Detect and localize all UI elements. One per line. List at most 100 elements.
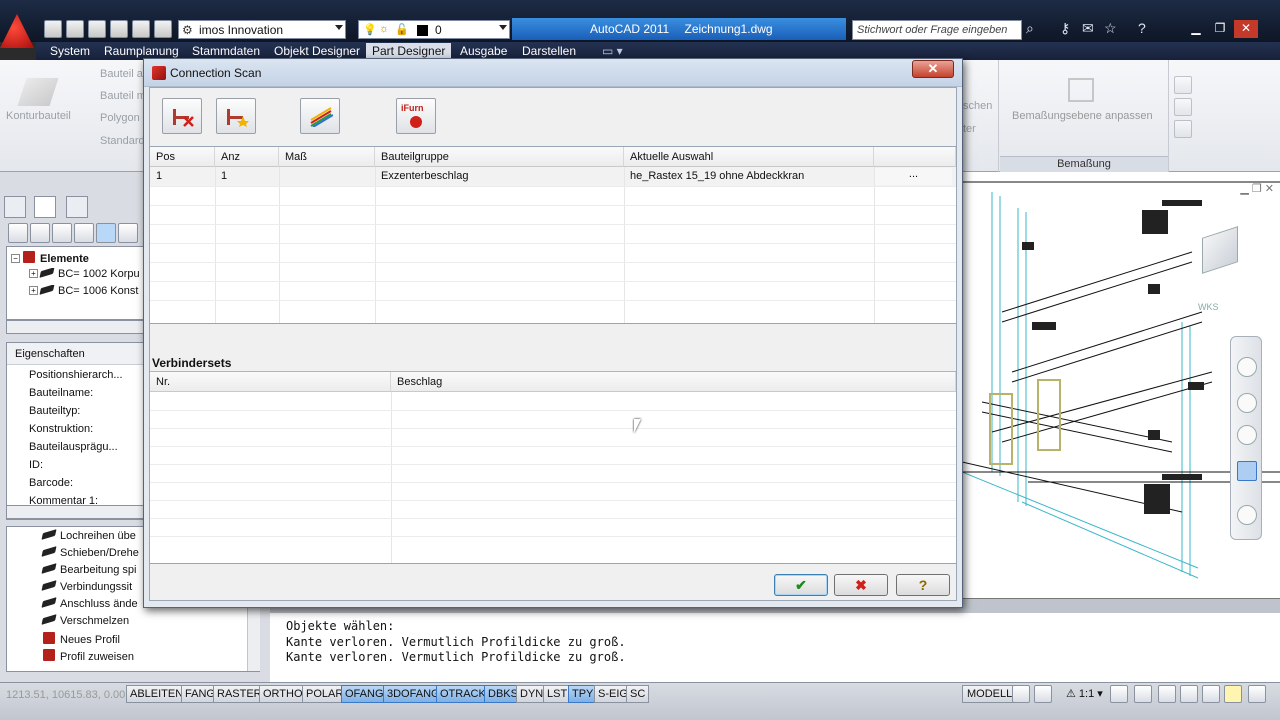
ribbon-polygon[interactable]: Polygon bbox=[100, 112, 140, 124]
dim-text-icon[interactable] bbox=[1174, 98, 1192, 116]
cell-anz[interactable]: 1 bbox=[215, 167, 279, 186]
steering-wheel-icon[interactable] bbox=[1237, 357, 1257, 377]
save-as-icon[interactable] bbox=[110, 20, 128, 38]
wcs-label[interactable]: WKS bbox=[1198, 302, 1219, 312]
list-item[interactable]: Profil zuweisen bbox=[43, 649, 134, 666]
expand-icon[interactable]: + bbox=[29, 269, 38, 278]
layers-icon[interactable] bbox=[74, 223, 94, 243]
close-button[interactable]: ✕ bbox=[1234, 20, 1258, 38]
ribbon-bauteil-a[interactable]: Bauteil a bbox=[100, 68, 143, 80]
drawing-canvas[interactable]: ▁ ❐ ✕ WKS bbox=[962, 172, 1280, 598]
list-item[interactable]: Lochreihen übe bbox=[41, 529, 136, 547]
ribbon-kontur-label[interactable]: Konturbauteil bbox=[6, 110, 71, 122]
globe-icon[interactable] bbox=[8, 223, 28, 243]
key-icon[interactable]: ⚷ bbox=[1060, 20, 1070, 37]
workspace-gear-icon[interactable] bbox=[1158, 685, 1176, 703]
dim-linear-icon[interactable] bbox=[1174, 76, 1192, 94]
clean-screen-icon[interactable] bbox=[1248, 685, 1266, 703]
tab-tools-icon[interactable] bbox=[66, 196, 88, 218]
list-item[interactable]: Schieben/Drehe bbox=[41, 546, 139, 564]
ribbon-standard[interactable]: Standard bbox=[100, 135, 145, 147]
binoculars-icon[interactable]: ⌕ bbox=[1026, 20, 1034, 37]
dim-coord-icon[interactable] bbox=[1174, 120, 1192, 138]
hardware-accel-icon[interactable] bbox=[1202, 685, 1220, 703]
ribbon-ter[interactable]: ter bbox=[963, 123, 976, 135]
tab-catalog-icon[interactable] bbox=[4, 196, 26, 218]
cell-aktuelle-auswahl[interactable]: he_Rastex 15_19 ohne Abdeckkran bbox=[624, 167, 874, 186]
column-header-bauteilgruppe[interactable]: Bauteilgruppe bbox=[375, 147, 624, 167]
layers-button[interactable] bbox=[300, 98, 340, 134]
menu-part-designer[interactable]: Part Designer bbox=[366, 43, 452, 59]
eraser-icon[interactable] bbox=[118, 223, 138, 243]
column-header-pos[interactable]: Pos bbox=[150, 147, 215, 167]
choose-fitting-button[interactable]: ... bbox=[874, 168, 952, 185]
minimize-button[interactable]: ▁ bbox=[1184, 20, 1208, 38]
tab-globe-icon[interactable] bbox=[34, 196, 56, 218]
toggle-otrack[interactable]: OTRACK bbox=[436, 685, 490, 703]
pan-hand-icon[interactable] bbox=[1237, 393, 1257, 413]
dialog-close-button[interactable]: ✕ bbox=[912, 60, 954, 78]
workspace-select[interactable]: ⚙ imos Innovation bbox=[178, 20, 346, 39]
toggle-raster[interactable]: RASTER bbox=[213, 685, 266, 703]
edit-icon[interactable] bbox=[96, 223, 116, 243]
menu-ausgabe[interactable]: Ausgabe bbox=[454, 43, 513, 59]
lock-icon[interactable] bbox=[1180, 685, 1198, 703]
star-icon[interactable]: ☆ bbox=[1104, 20, 1117, 37]
list-item[interactable]: Bearbeitung spi bbox=[41, 563, 136, 581]
orbit-icon[interactable] bbox=[1237, 461, 1257, 481]
ifurn-button[interactable]: iFurn bbox=[396, 98, 436, 134]
favorite-connection-button[interactable] bbox=[216, 98, 256, 134]
list-item[interactable]: Verbindungssit bbox=[41, 580, 132, 598]
delete-connection-button[interactable] bbox=[162, 98, 202, 134]
menu-raumplanung[interactable]: Raumplanung bbox=[98, 43, 185, 59]
column-header-anz[interactable]: Anz bbox=[215, 147, 279, 167]
layout-tiles-icon[interactable] bbox=[1034, 685, 1052, 703]
command-line[interactable]: Objekte wählen: Kante verloren. Vermutli… bbox=[270, 598, 1280, 682]
plot-icon[interactable] bbox=[132, 20, 150, 38]
column-header-nr[interactable]: Nr. bbox=[150, 372, 391, 392]
save-icon[interactable] bbox=[88, 20, 106, 38]
menu-darstellen[interactable]: Darstellen bbox=[516, 43, 582, 59]
list-item[interactable]: Anschluss ände bbox=[41, 597, 138, 615]
toggle-sc[interactable]: SC bbox=[626, 685, 650, 703]
column-header-aktuelle-auswahl[interactable]: Aktuelle Auswahl bbox=[624, 147, 874, 167]
communication-icon[interactable]: ✉ bbox=[1082, 20, 1094, 37]
collapse-icon[interactable]: − bbox=[11, 254, 20, 263]
toggle-ortho[interactable]: ORTHO bbox=[259, 685, 307, 703]
toggle-3dofang[interactable]: 3DOFANG bbox=[383, 685, 444, 703]
list-item[interactable]: Verschmelzen bbox=[41, 614, 129, 632]
maximize-button[interactable]: ❐ bbox=[1208, 20, 1232, 38]
help-search-input[interactable]: Stichwort oder Frage eingeben bbox=[852, 20, 1022, 40]
new-file-icon[interactable] bbox=[44, 20, 62, 38]
column-header-mass[interactable]: Maß bbox=[279, 147, 375, 167]
cancel-button[interactable]: ✖ bbox=[834, 574, 888, 596]
tree-root[interactable]: − Elemente bbox=[11, 251, 151, 268]
layer-select[interactable]: 💡 ☼ 🔓 0 bbox=[358, 20, 510, 39]
cube-yellow-icon[interactable] bbox=[52, 223, 72, 243]
menu-objekt-designer[interactable]: Objekt Designer bbox=[268, 43, 366, 59]
zoom-icon[interactable] bbox=[1237, 425, 1257, 445]
annotation-visibility-icon[interactable] bbox=[1110, 685, 1128, 703]
kontur-icon[interactable] bbox=[17, 78, 59, 106]
isolate-objects-icon[interactable] bbox=[1224, 685, 1242, 703]
cell-bauteilgruppe[interactable]: Exzenterbeschlag bbox=[375, 167, 624, 186]
autocad-logo-icon[interactable] bbox=[0, 14, 34, 48]
cell-mass[interactable] bbox=[279, 167, 375, 186]
ribbon-toggle-icon[interactable]: ▭ ▾ bbox=[596, 43, 629, 59]
ribbon-schen[interactable]: schen bbox=[963, 100, 992, 112]
ok-button[interactable]: ✔ bbox=[774, 574, 828, 596]
auto-scale-icon[interactable] bbox=[1134, 685, 1152, 703]
help-button[interactable]: ? bbox=[896, 574, 950, 596]
model-space-button[interactable]: MODELL bbox=[962, 685, 1018, 703]
showmotion-icon[interactable] bbox=[1237, 505, 1257, 525]
properties-scrollbar[interactable] bbox=[6, 505, 146, 519]
tree-scrollbar[interactable] bbox=[6, 320, 146, 334]
cube-red-icon[interactable] bbox=[30, 223, 50, 243]
viewport-controls[interactable]: ▁ ❐ ✕ bbox=[1240, 182, 1274, 195]
menu-stammdaten[interactable]: Stammdaten bbox=[186, 43, 266, 59]
cell-pos[interactable]: 1 bbox=[150, 167, 215, 186]
ribbon-bauteil-m[interactable]: Bauteil m bbox=[100, 90, 146, 102]
toggle-lst[interactable]: LST bbox=[543, 685, 572, 703]
list-item[interactable]: Neues Profil bbox=[43, 632, 120, 649]
layout-icon[interactable] bbox=[1012, 685, 1030, 703]
